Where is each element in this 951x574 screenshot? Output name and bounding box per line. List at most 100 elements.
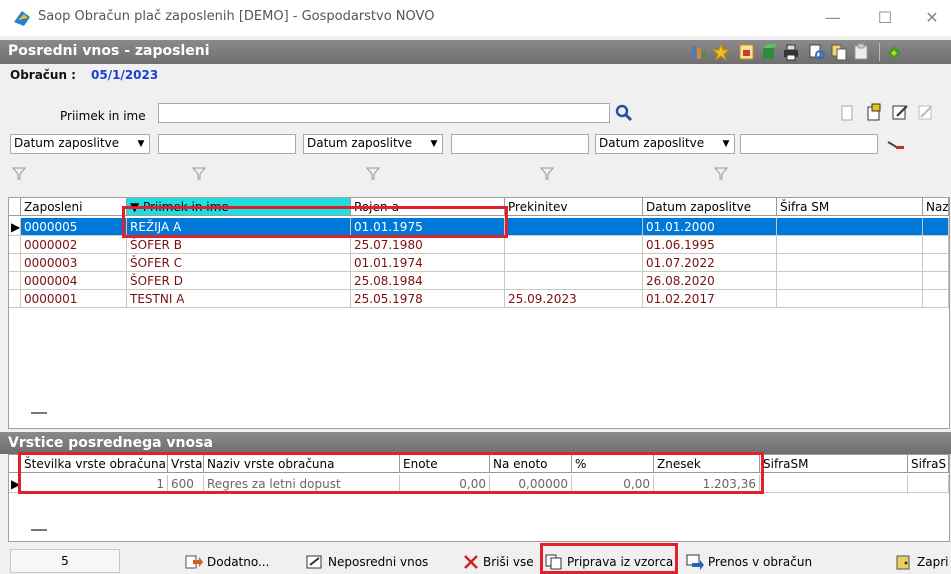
printer-icon[interactable] — [782, 43, 800, 61]
cell-priimek: ŠOFER D — [127, 272, 351, 290]
brisi-vse-label: Briši vse — [483, 555, 534, 569]
row-indicator-header — [9, 198, 21, 216]
neposredni-vnos-button[interactable]: Neposredni vnos — [306, 553, 428, 571]
col-prekinitev[interactable]: Prekinitev — [505, 198, 643, 216]
close-door-icon — [896, 555, 910, 570]
cell-priimek: ŠOFER C — [127, 254, 351, 272]
filter-funnel-icon[interactable] — [192, 166, 206, 180]
neposredni-vnos-label: Neposredni vnos — [328, 555, 429, 569]
filter-funnel-icon[interactable] — [12, 166, 26, 180]
cell-rojen: 25.05.1978 — [351, 290, 505, 308]
cell-datum-zaposlitve: 01.02.2017 — [643, 290, 777, 308]
zapri-label: Zapri — [917, 555, 949, 569]
paste-icon[interactable] — [852, 43, 870, 61]
filter-funnel-icon[interactable] — [714, 166, 728, 180]
dodatno-button[interactable]: Dodatno... — [185, 553, 269, 571]
cell-sifra-sm — [777, 236, 923, 254]
filter-funnel-icon[interactable] — [540, 166, 554, 180]
cell-sifra-sm — [777, 272, 923, 290]
col-sifra-sm[interactable]: SifraSM — [760, 455, 908, 473]
cell-sifra-sm — [777, 218, 923, 236]
arrow-doc-icon — [185, 555, 203, 569]
document-icon[interactable] — [839, 105, 855, 121]
cell-sifra-s — [908, 475, 949, 493]
search-icon[interactable] — [614, 103, 634, 123]
edit-grid-icon — [306, 555, 322, 569]
transfer-icon — [686, 554, 704, 570]
row-indicator — [9, 254, 21, 272]
filter-funnel-icon[interactable] — [366, 166, 380, 180]
brisi-vse-button[interactable]: Briši vse — [463, 553, 534, 571]
col-sifra-s[interactable]: SifraS — [908, 455, 949, 473]
cell-zaposleni: 0000004 — [21, 272, 127, 290]
record-count: 5 — [10, 549, 120, 573]
maximize-button[interactable]: ☐ — [870, 6, 900, 30]
search-doc-icon[interactable] — [808, 43, 826, 61]
date-type-select-3[interactable]: Datum zaposlitve ▼ — [595, 134, 735, 154]
cell-datum-zaposlitve: 01.07.2022 — [643, 254, 777, 272]
row-pointer-icon: ▶ — [9, 218, 21, 236]
chevron-down-icon: ▼ — [137, 139, 145, 149]
window-titlebar: Saop Obračun plač zaposlenih [DEMO] - Go… — [0, 0, 951, 36]
date-type-select-3-value: Datum zaposlitve — [599, 136, 705, 150]
cell-datum-zaposlitve: 01.06.1995 — [643, 236, 777, 254]
cell-zaposleni: 0000005 — [21, 218, 127, 236]
help-cube-icon[interactable] — [885, 43, 903, 61]
copy-icon[interactable] — [830, 43, 848, 61]
clear-filter-icon[interactable] — [886, 138, 906, 152]
highlight-box-lines — [18, 452, 764, 494]
cell-naziv — [923, 254, 949, 272]
date-type-select-2[interactable]: Datum zaposlitve ▼ — [303, 134, 443, 154]
cell-naziv — [923, 290, 949, 308]
cell-zaposleni: 0000001 — [21, 290, 127, 308]
name-filter-label: Priimek in ime — [60, 109, 146, 123]
cell-naziv — [923, 236, 949, 254]
table-row[interactable]: 0000002 ŠOFER B 25.07.1980 01.06.1995 — [9, 236, 949, 254]
date-filter-input-3[interactable] — [740, 134, 878, 154]
books-icon[interactable] — [690, 43, 708, 61]
cell-datum-zaposlitve: 26.08.2020 — [643, 272, 777, 290]
name-filter-input[interactable] — [158, 103, 610, 123]
date-filter-input-2[interactable] — [451, 134, 589, 154]
grid-scroll-dash — [31, 529, 47, 531]
window-title: Saop Obračun plač zaposlenih [DEMO] - Go… — [38, 9, 435, 24]
prenos-v-obracun-button[interactable]: Prenos v obračun — [686, 553, 812, 571]
col-sifra-sm[interactable]: Šifra SM — [777, 198, 923, 216]
star-icon[interactable] — [712, 43, 730, 61]
cell-prekinitev — [505, 254, 643, 272]
cell-sifra-sm — [760, 475, 908, 493]
minimize-button[interactable]: — — [818, 6, 848, 30]
chevron-down-icon: ▼ — [430, 139, 438, 149]
cube-icon[interactable] — [760, 43, 778, 61]
cell-prekinitev — [505, 218, 643, 236]
row-indicator — [9, 272, 21, 290]
table-row[interactable]: 0000001 TESTNI A 25.05.1978 25.09.2023 0… — [9, 290, 949, 308]
cell-prekinitev — [505, 236, 643, 254]
cell-priimek: TESTNI A — [127, 290, 351, 308]
col-naziv[interactable]: Naz — [923, 198, 949, 216]
export-icon[interactable] — [738, 43, 756, 61]
form-title: Posredni vnos - zaposleni — [8, 43, 210, 59]
cell-sifra-sm — [777, 290, 923, 308]
prenos-v-obracun-label: Prenos v obračun — [708, 555, 813, 569]
cell-rojen: 25.07.1980 — [351, 236, 505, 254]
cell-rojen: 25.08.1984 — [351, 272, 505, 290]
cell-naziv — [923, 272, 949, 290]
table-row[interactable]: 0000004 ŠOFER D 25.08.1984 26.08.2020 — [9, 272, 949, 290]
grid-scroll-dash — [31, 412, 47, 414]
row-indicator — [9, 290, 21, 308]
zapri-button[interactable]: Zapri — [895, 553, 948, 571]
date-filter-input-1[interactable] — [158, 134, 296, 154]
new-doc-icon[interactable] — [865, 103, 883, 121]
date-type-select-1[interactable]: Datum zaposlitve ▼ — [10, 134, 150, 154]
edit-doc-icon[interactable] — [891, 103, 909, 121]
cell-rojen: 01.01.1974 — [351, 254, 505, 272]
date-type-select-1-value: Datum zaposlitve — [14, 136, 120, 150]
cell-datum-zaposlitve: 01.01.2000 — [643, 218, 777, 236]
highlight-box-employee — [122, 206, 508, 238]
table-row[interactable]: 0000003 ŠOFER C 01.01.1974 01.07.2022 — [9, 254, 949, 272]
close-button[interactable]: ✕ — [917, 6, 947, 30]
col-zaposleni[interactable]: Zaposleni — [21, 198, 127, 216]
delete-doc-icon[interactable] — [917, 103, 935, 121]
col-datum-zaposlitve[interactable]: Datum zaposlitve — [643, 198, 777, 216]
